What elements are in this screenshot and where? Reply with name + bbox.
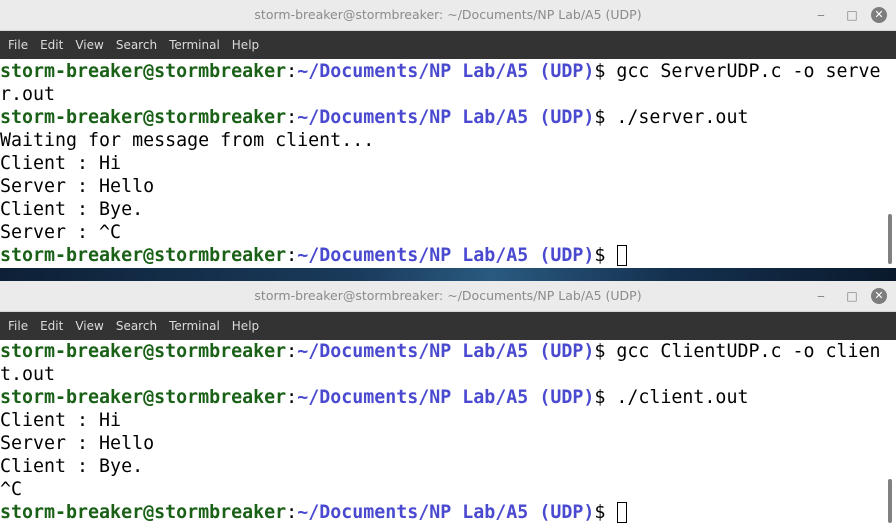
output-line: Server : Hello <box>0 433 155 454</box>
maximize-icon[interactable]: □ <box>845 289 859 303</box>
prompt-path: ~/Documents/NP Lab/A5 (UDP) <box>297 341 595 362</box>
command-text: gcc ClientUDP.c -o clien <box>605 341 881 362</box>
prompt-separator: : <box>286 107 298 128</box>
menu-terminal[interactable]: Terminal <box>163 319 226 333</box>
prompt-separator: : <box>286 61 298 82</box>
prompt-path: ~/Documents/NP Lab/A5 (UDP) <box>297 245 595 266</box>
command-text <box>605 245 616 266</box>
prompt-path: ~/Documents/NP Lab/A5 (UDP) <box>297 107 595 128</box>
prompt-line: storm-breaker@stormbreaker:~/Documents/N… <box>0 386 884 409</box>
menu-view[interactable]: View <box>69 38 109 52</box>
menu-search[interactable]: Search <box>110 319 163 333</box>
menu-view[interactable]: View <box>69 319 109 333</box>
output-line: r.out <box>0 84 56 105</box>
prompt-user: storm-breaker@stormbreaker <box>0 61 287 82</box>
scrollbar-thumb[interactable] <box>888 479 892 523</box>
prompt-dollar: $ <box>594 502 606 523</box>
command-text <box>605 502 616 523</box>
cursor <box>617 245 628 266</box>
menu-search[interactable]: Search <box>110 38 163 52</box>
output-line: Client : Hi <box>0 153 122 174</box>
prompt-path: ~/Documents/NP Lab/A5 (UDP) <box>297 61 595 82</box>
command-text: ./client.out <box>605 387 749 408</box>
output-line: Client : Bye. <box>0 199 144 220</box>
close-icon[interactable]: ✕ <box>871 288 887 304</box>
prompt-separator: : <box>286 502 298 523</box>
prompt-user: storm-breaker@stormbreaker <box>0 341 287 362</box>
prompt-line: storm-breaker@stormbreaker:~/Documents/N… <box>0 244 884 267</box>
prompt-user: storm-breaker@stormbreaker <box>0 245 287 266</box>
output-line: Server : Hello <box>0 176 155 197</box>
titlebar[interactable]: storm-breaker@stormbreaker: ~/Documents/… <box>0 281 896 312</box>
client-terminal-window[interactable]: storm-breaker@stormbreaker: ~/Documents/… <box>0 281 896 525</box>
close-icon[interactable]: ✕ <box>871 7 887 23</box>
prompt-dollar: $ <box>594 61 606 82</box>
prompt-separator: : <box>286 341 298 362</box>
window-title: storm-breaker@stormbreaker: ~/Documents/… <box>254 288 642 303</box>
prompt-path: ~/Documents/NP Lab/A5 (UDP) <box>297 387 595 408</box>
prompt-dollar: $ <box>594 387 606 408</box>
terminal-output[interactable]: storm-breaker@stormbreaker:~/Documents/N… <box>0 340 884 525</box>
prompt-line: storm-breaker@stormbreaker:~/Documents/N… <box>0 501 884 524</box>
menu-bar: File Edit View Search Terminal Help <box>0 312 896 340</box>
prompt-separator: : <box>286 245 298 266</box>
prompt-dollar: $ <box>594 341 606 362</box>
prompt-dollar: $ <box>594 107 606 128</box>
output-line: t.out <box>0 364 56 385</box>
menu-file[interactable]: File <box>2 38 34 52</box>
prompt-separator: : <box>286 387 298 408</box>
menu-file[interactable]: File <box>2 319 34 333</box>
terminal-output[interactable]: storm-breaker@stormbreaker:~/Documents/N… <box>0 60 884 268</box>
prompt-user: storm-breaker@stormbreaker <box>0 387 287 408</box>
output-line: Client : Bye. <box>0 456 144 477</box>
command-text: gcc ServerUDP.c -o serve <box>605 61 881 82</box>
menu-edit[interactable]: Edit <box>34 319 69 333</box>
menu-help[interactable]: Help <box>226 319 265 333</box>
output-line: ^C <box>0 479 23 500</box>
prompt-line: storm-breaker@stormbreaker:~/Documents/N… <box>0 106 884 129</box>
scrollbar-thumb[interactable] <box>888 214 892 264</box>
minimize-icon[interactable]: ‒ <box>814 289 828 303</box>
prompt-line: storm-breaker@stormbreaker:~/Documents/N… <box>0 340 884 363</box>
maximize-icon[interactable]: □ <box>845 8 859 22</box>
server-terminal-window[interactable]: storm-breaker@stormbreaker: ~/Documents/… <box>0 0 896 268</box>
prompt-line: storm-breaker@stormbreaker:~/Documents/N… <box>0 60 884 83</box>
menu-terminal[interactable]: Terminal <box>163 38 226 52</box>
command-text: ./server.out <box>605 107 749 128</box>
minimize-icon[interactable]: ‒ <box>814 8 828 22</box>
menu-help[interactable]: Help <box>226 38 265 52</box>
titlebar[interactable]: storm-breaker@stormbreaker: ~/Documents/… <box>0 0 896 31</box>
prompt-user: storm-breaker@stormbreaker <box>0 107 287 128</box>
menu-bar: File Edit View Search Terminal Help <box>0 31 896 59</box>
menu-edit[interactable]: Edit <box>34 38 69 52</box>
prompt-dollar: $ <box>594 245 606 266</box>
output-line: Server : ^C <box>0 222 122 243</box>
window-title: storm-breaker@stormbreaker: ~/Documents/… <box>254 7 642 22</box>
output-line: Waiting for message from client... <box>0 130 375 151</box>
cursor <box>617 502 628 523</box>
prompt-path: ~/Documents/NP Lab/A5 (UDP) <box>297 502 595 523</box>
output-line: Client : Hi <box>0 410 122 431</box>
prompt-user: storm-breaker@stormbreaker <box>0 502 287 523</box>
